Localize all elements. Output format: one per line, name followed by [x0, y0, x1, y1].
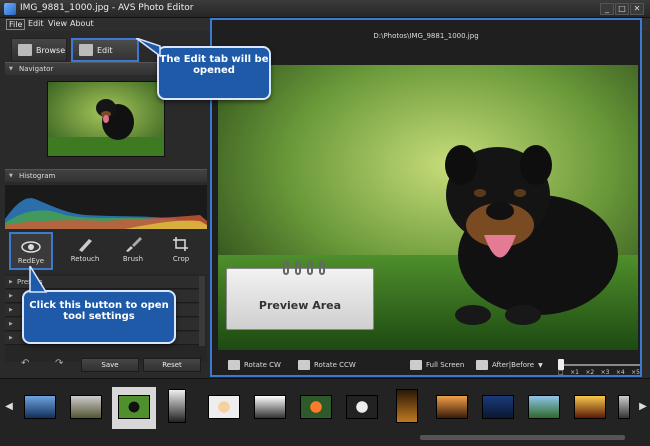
filmstrip-thumb[interactable]: [66, 387, 106, 429]
filmstrip-thumb[interactable]: [160, 387, 200, 429]
filmstrip-thumb[interactable]: [20, 387, 60, 429]
filmstrip: ◀ ▶: [0, 378, 650, 446]
after-before-label: After|Before: [492, 361, 535, 369]
edit-button[interactable]: Edit: [71, 38, 139, 62]
rotate-cw-label: Rotate CW: [244, 361, 281, 369]
menu-edit[interactable]: Edit: [28, 19, 44, 28]
filmstrip-thumb[interactable]: [250, 387, 290, 429]
app-icon: [4, 3, 16, 15]
filmstrip-thumb[interactable]: [478, 387, 518, 429]
redeye-tool-button[interactable]: RedEye: [9, 232, 53, 270]
undo-icon[interactable]: ↶: [21, 358, 29, 369]
brush-label: Brush: [122, 255, 144, 263]
eye-icon: [21, 241, 41, 253]
navigator-image: [48, 82, 164, 156]
spiral-ring: [295, 261, 301, 275]
zoom-x5[interactable]: ×5: [631, 369, 640, 376]
filmstrip-thumb[interactable]: [204, 387, 244, 429]
zoom-x4[interactable]: ×4: [616, 369, 625, 376]
edit-icon: [79, 44, 93, 56]
redeye-label: RedEye: [17, 257, 45, 265]
spiral-ring: [283, 261, 289, 275]
full-screen-button[interactable]: Full Screen: [410, 360, 464, 370]
rotate-cw-icon: [228, 360, 240, 370]
file-path: D:\Photos\IMG_9881_1000.jpg: [373, 32, 479, 40]
retouch-tool-button[interactable]: Retouch: [63, 232, 107, 270]
preview-area-note: Preview Area: [226, 261, 374, 330]
zoom-x2[interactable]: ×2: [585, 369, 594, 376]
menu-file[interactable]: File: [6, 19, 26, 30]
menu-view[interactable]: View: [48, 19, 67, 28]
retouch-label: Retouch: [70, 255, 100, 263]
crop-tool-button[interactable]: Crop: [159, 232, 203, 270]
rotate-ccw-icon: [298, 360, 310, 370]
filmstrip-thumb[interactable]: [388, 387, 428, 429]
reset-button[interactable]: Reset: [143, 358, 201, 372]
tool-settings-callout-text: Click this button to open tool settings: [29, 300, 169, 322]
tool-settings-callout: Click this button to open tool settings: [22, 290, 176, 344]
filmstrip-thumb-selected[interactable]: [112, 387, 156, 429]
minimize-button[interactable]: _: [600, 3, 614, 15]
browse-label: Browse: [36, 45, 66, 55]
brush-icon: [126, 237, 142, 252]
dropdown-arrow-icon[interactable]: ▼: [538, 362, 543, 369]
zoom-fit[interactable]: □: [558, 369, 564, 376]
rotate-cw-button[interactable]: Rotate CW: [228, 360, 281, 370]
bottom-bar: ↶ ↷ Save Reset: [5, 358, 207, 374]
browse-button[interactable]: Browse: [11, 38, 67, 62]
crop-label: Crop: [172, 255, 190, 263]
preview-area-label: Preview Area: [258, 299, 342, 312]
preview-controls: Rotate CW Rotate CCW Full Screen After|B…: [212, 356, 640, 376]
filmstrip-thumb[interactable]: [296, 387, 336, 429]
after-before-icon: [476, 360, 488, 370]
spiral-ring: [307, 261, 313, 275]
tool-callout-pointer: [29, 266, 48, 293]
filmstrip-thumb[interactable]: [570, 387, 610, 429]
filmstrip-left-arrow[interactable]: ◀: [4, 401, 14, 419]
zoom-x3[interactable]: ×3: [601, 369, 610, 376]
retouch-icon: [79, 239, 92, 252]
full-screen-label: Full Screen: [426, 361, 465, 369]
brush-tool-button[interactable]: Brush: [111, 232, 155, 270]
spiral-ring: [319, 261, 325, 275]
edit-callout-pointer: [136, 38, 161, 58]
filmstrip-thumb[interactable]: [432, 387, 472, 429]
restore-button[interactable]: □: [615, 3, 629, 15]
filmstrip-thumb[interactable]: [614, 387, 634, 429]
rotate-ccw-button[interactable]: Rotate CCW: [298, 360, 356, 370]
folder-icon: [18, 44, 32, 56]
presets-scrollbar[interactable]: [199, 276, 205, 346]
filmstrip-scrollbar[interactable]: [420, 435, 625, 440]
edit-tab-callout-text: The Edit tab will be opened: [159, 54, 269, 76]
zoom-x1[interactable]: ×1: [570, 369, 579, 376]
redo-icon[interactable]: ↷: [55, 358, 63, 369]
navigator-thumbnail[interactable]: [47, 81, 165, 157]
zoom-slider[interactable]: [558, 364, 640, 366]
full-screen-icon: [410, 360, 422, 370]
edit-tab-callout: The Edit tab will be opened: [157, 46, 271, 100]
histogram-chart: [5, 185, 207, 229]
edit-label: Edit: [97, 45, 113, 55]
histogram-header[interactable]: Histogram: [5, 169, 207, 182]
filmstrip-thumb[interactable]: [342, 387, 382, 429]
filmstrip-thumb[interactable]: [524, 387, 564, 429]
title-bar: IMG_9881_1000.jpg - AVS Photo Editor _ □…: [0, 0, 650, 18]
filmstrip-right-arrow[interactable]: ▶: [638, 401, 648, 419]
rotate-ccw-label: Rotate CCW: [314, 361, 356, 369]
crop-icon: [173, 237, 188, 251]
after-before-button[interactable]: After|Before ▼: [476, 360, 543, 370]
zoom-labels: □ ×1 ×2 ×3 ×4 ×5: [558, 369, 640, 376]
window-title: IMG_9881_1000.jpg - AVS Photo Editor: [20, 3, 194, 13]
save-button[interactable]: Save: [81, 358, 139, 372]
close-button[interactable]: ✕: [630, 3, 644, 15]
menu-about[interactable]: About: [70, 19, 94, 28]
